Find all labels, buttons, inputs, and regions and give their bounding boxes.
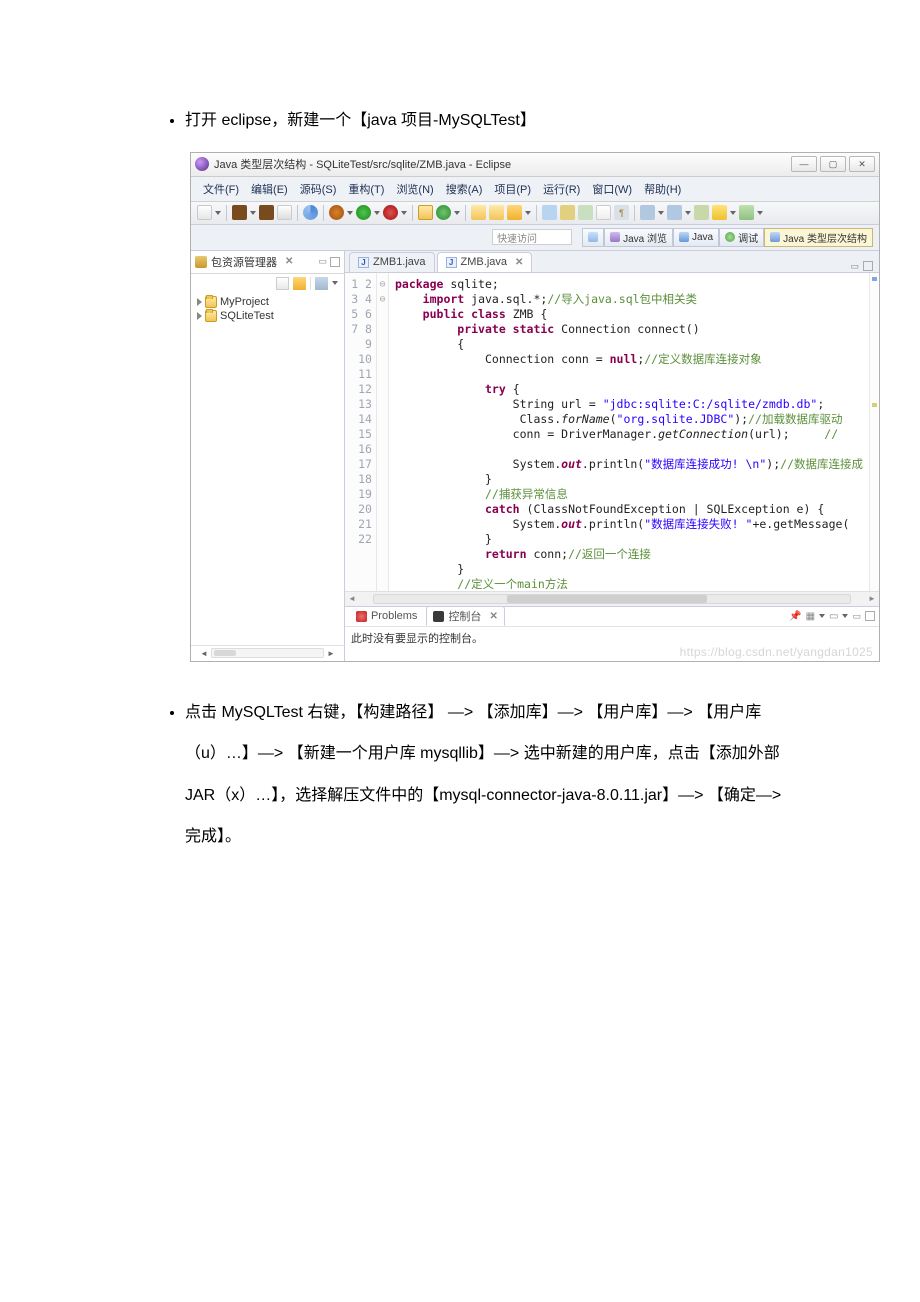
code-editor[interactable]: package sqlite; import java.sql.*;//导入ja… <box>389 273 869 591</box>
open-console-icon[interactable]: ▭ <box>829 611 838 622</box>
link-editor-icon[interactable] <box>293 277 306 290</box>
search-icon[interactable] <box>542 205 557 220</box>
back-icon[interactable] <box>712 205 727 220</box>
eclipse-icon <box>195 157 209 171</box>
open-task-icon[interactable] <box>471 205 486 220</box>
new-class-icon[interactable] <box>436 205 451 220</box>
pin-icon[interactable] <box>596 205 611 220</box>
perspective-java-browse[interactable]: Java 浏览 <box>604 228 673 247</box>
tree-item-myproject[interactable]: MyProject <box>197 295 338 309</box>
toggle-breadcrumb-icon[interactable] <box>560 205 575 220</box>
perspective-debug[interactable]: 调试 <box>719 228 764 247</box>
save-icon[interactable] <box>232 205 247 220</box>
scroll-left-icon[interactable]: ◄ <box>197 649 211 658</box>
window-title: Java 类型层次结构 - SQLiteTest/src/sqlite/ZMB.… <box>214 156 791 172</box>
view-menu-icon[interactable] <box>332 281 338 285</box>
package-explorer-icon <box>195 256 207 268</box>
menu-navigate[interactable]: 浏览(N) <box>390 179 439 199</box>
perspective-type-hierarchy[interactable]: Java 类型层次结构 <box>764 228 873 247</box>
editor-tab-zmb[interactable]: J ZMB.java ✕ <box>437 252 533 272</box>
line-number-gutter: 1 2 3 4 5 6 7 8 9 10 11 12 13 14 15 16 1… <box>345 273 377 591</box>
editor-maximize-icon[interactable] <box>863 261 873 271</box>
menu-file[interactable]: 文件(F) <box>197 179 245 199</box>
overview-ruler[interactable] <box>869 273 879 591</box>
tab-problems[interactable]: Problems <box>349 608 424 624</box>
editor-minimize-icon[interactable]: ▭ <box>850 261 859 272</box>
tree-item-sqlitetest[interactable]: SQLiteTest <box>197 309 338 323</box>
menu-run[interactable]: 运行(R) <box>537 179 586 199</box>
new-icon[interactable] <box>197 205 212 220</box>
print-icon[interactable] <box>277 205 292 220</box>
debug-icon[interactable] <box>329 205 344 220</box>
view-close-icon[interactable]: ✕ <box>285 256 293 267</box>
console-message: 此时没有要显示的控制台。 <box>345 627 879 661</box>
java-file-icon: J <box>358 257 369 268</box>
console-minimize-icon[interactable]: ▭ <box>852 611 861 622</box>
tab-console[interactable]: 控制台 ✕ <box>426 606 504 626</box>
expand-icon[interactable] <box>197 312 202 320</box>
project-icon <box>205 296 217 308</box>
fold-gutter[interactable]: ⊖ ⊖ <box>377 273 389 591</box>
menu-source[interactable]: 源码(S) <box>294 179 343 199</box>
open-perspective-button[interactable] <box>582 228 604 247</box>
folder-icon[interactable] <box>489 205 504 220</box>
problems-icon <box>356 611 367 622</box>
tab-close-icon[interactable]: ✕ <box>515 257 523 268</box>
open-type-icon[interactable] <box>303 205 318 220</box>
eclipse-screenshot: Java 类型层次结构 - SQLiteTest/src/sqlite/ZMB.… <box>190 152 790 662</box>
toggle-mark-icon[interactable] <box>578 205 593 220</box>
hscroll-left-icon[interactable]: ◄ <box>345 594 359 603</box>
focus-task-icon[interactable] <box>315 277 328 290</box>
next-annotation-icon[interactable] <box>640 205 655 220</box>
menu-edit[interactable]: 编辑(E) <box>245 179 294 199</box>
maximize-button[interactable]: ▢ <box>820 156 846 172</box>
console-icon <box>433 611 444 622</box>
coverage-icon[interactable] <box>383 205 398 220</box>
hscroll-right-icon[interactable]: ► <box>865 594 879 603</box>
doc-bullet-1: 打开 eclipse，新建一个【java 项目-MySQLTest】 <box>185 100 790 142</box>
view-minimize-icon[interactable]: ▭ <box>318 256 327 267</box>
new-package-icon[interactable] <box>418 205 433 220</box>
menu-refactor[interactable]: 重构(T) <box>342 179 390 199</box>
editor-tab-zmb1[interactable]: J ZMB1.java <box>349 252 435 272</box>
quick-access-input[interactable]: 快速访问 <box>492 229 572 245</box>
run-icon[interactable] <box>356 205 371 220</box>
save-all-icon[interactable] <box>259 205 274 220</box>
minimize-button[interactable]: — <box>791 156 817 172</box>
doc-bullet-2: 点击 MySQLTest 右键，【构建路径】 —> 【添加库】—> 【用户库】—… <box>185 692 790 858</box>
close-button[interactable]: ✕ <box>849 156 875 172</box>
perspective-java[interactable]: Java <box>673 228 719 247</box>
menu-search[interactable]: 搜索(A) <box>440 179 489 199</box>
expand-icon[interactable] <box>197 298 202 306</box>
prev-annotation-icon[interactable] <box>667 205 682 220</box>
package-explorer-title: 包资源管理器 <box>211 254 277 270</box>
editor-h-scrollbar[interactable] <box>373 594 851 604</box>
pin-console-icon[interactable]: 📌 <box>789 611 801 622</box>
java-file-icon: J <box>446 257 457 268</box>
window-titlebar: Java 类型层次结构 - SQLiteTest/src/sqlite/ZMB.… <box>191 153 879 177</box>
view-maximize-icon[interactable] <box>330 257 340 267</box>
tab-close-icon[interactable]: ✕ <box>489 611 497 622</box>
collapse-all-icon[interactable] <box>276 277 289 290</box>
display-console-icon[interactable]: ▦ <box>806 611 815 622</box>
paragraph-icon[interactable]: ¶ <box>614 205 629 220</box>
scroll-right-icon[interactable]: ► <box>324 649 338 658</box>
wand-icon[interactable] <box>507 205 522 220</box>
menu-bar: 文件(F) 编辑(E) 源码(S) 重构(T) 浏览(N) 搜索(A) 项目(P… <box>191 177 879 202</box>
console-maximize-icon[interactable] <box>865 611 875 621</box>
project-icon <box>205 310 217 322</box>
menu-project[interactable]: 项目(P) <box>488 179 537 199</box>
menu-window[interactable]: 窗口(W) <box>586 179 638 199</box>
h-scrollbar[interactable] <box>211 648 324 658</box>
menu-help[interactable]: 帮助(H) <box>638 179 687 199</box>
main-toolbar: ¶ <box>191 202 879 225</box>
forward-icon[interactable] <box>739 205 754 220</box>
last-edit-icon[interactable] <box>694 205 709 220</box>
